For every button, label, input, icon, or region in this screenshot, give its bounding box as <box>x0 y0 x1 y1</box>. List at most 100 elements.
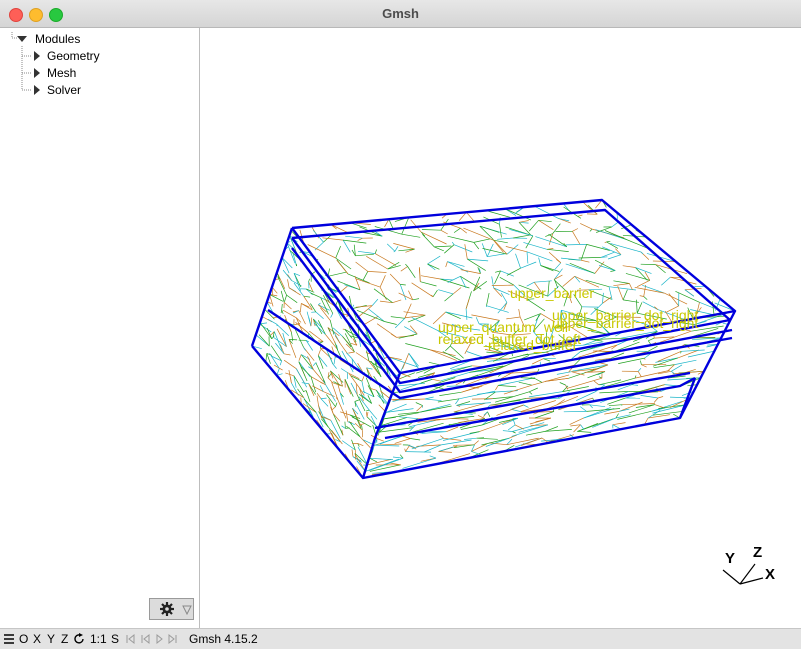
options-menu-button[interactable] <box>149 598 194 620</box>
mesh-edge <box>332 382 343 387</box>
mesh-edge <box>394 246 399 252</box>
mesh-edge <box>565 384 569 390</box>
mesh-edge <box>465 298 470 309</box>
axis-z-label: Z <box>753 544 762 561</box>
mesh-edge <box>515 253 521 269</box>
select-s-button[interactable]: S <box>111 632 119 646</box>
mesh-edge <box>364 423 372 428</box>
mesh-edge <box>315 362 317 364</box>
mesh-edge <box>502 430 513 432</box>
mesh-edge <box>647 337 655 342</box>
collapse-triangle-icon[interactable] <box>16 34 28 44</box>
expand-triangle-icon[interactable] <box>32 84 42 96</box>
module-tree-panel: Modules Geometry Mesh Solver <box>0 28 200 628</box>
graphics-viewport[interactable]: upper_barrier upper_barrier_dot_right uppe… <box>200 28 801 628</box>
mesh-edge <box>420 275 441 280</box>
mesh-edge <box>447 235 474 243</box>
mesh-edge <box>379 275 386 288</box>
layer-edge <box>374 371 691 430</box>
mesh-edge <box>355 278 381 288</box>
mesh-edge <box>407 266 416 278</box>
mesh-edge <box>335 245 341 259</box>
mesh-edge <box>552 409 555 412</box>
mesh-edge <box>282 269 292 281</box>
hamburger-icon[interactable] <box>4 634 14 644</box>
gear-icon <box>160 602 192 616</box>
mesh-edge <box>365 409 370 412</box>
mesh-edge <box>503 302 508 310</box>
mesh-edge <box>259 323 272 333</box>
mesh-edge <box>427 255 441 265</box>
mesh-edge <box>641 364 647 368</box>
tree-item-solver[interactable]: Solver <box>47 82 81 98</box>
mesh-edge <box>577 431 592 433</box>
mesh-edge <box>513 234 532 239</box>
mesh-edge <box>602 297 612 304</box>
mesh-edge <box>322 237 344 241</box>
mesh-edge <box>401 233 421 238</box>
mesh-edge <box>286 294 298 303</box>
tree-item-geometry[interactable]: Geometry <box>47 48 100 64</box>
mesh-edge <box>415 402 423 406</box>
mesh-edge <box>460 269 481 274</box>
mesh-edge <box>438 451 452 453</box>
tree-item-modules[interactable]: Modules <box>35 31 80 47</box>
mesh-edge <box>643 296 648 300</box>
mesh-edge <box>295 368 308 388</box>
mesh-edge <box>546 248 569 252</box>
mesh-edge <box>631 384 639 386</box>
mesh-edge <box>330 406 334 414</box>
mesh-edge <box>528 391 533 395</box>
mesh-edge <box>335 402 338 407</box>
mesh-edge <box>279 360 282 366</box>
mesh-edge <box>405 263 408 267</box>
mesh-edge <box>346 352 353 360</box>
mesh-edge <box>305 390 311 402</box>
mesh-edge <box>548 251 562 264</box>
mesh-edge <box>429 455 437 459</box>
mesh-canvas[interactable]: upper_barrierupper_barrier_dot_rightuppe… <box>200 28 801 628</box>
view-origin-button[interactable]: O <box>19 632 28 646</box>
mesh-edge <box>572 231 581 245</box>
mesh-edge <box>640 360 642 365</box>
mesh-edge <box>424 396 434 400</box>
mesh-edge <box>451 241 455 245</box>
mesh-edge <box>622 289 628 301</box>
mesh-edge <box>332 363 337 369</box>
view-z-button[interactable]: Z <box>61 632 68 646</box>
mesh-edge <box>255 334 270 347</box>
mesh-edge <box>569 262 596 274</box>
expand-triangle-icon[interactable] <box>32 67 42 79</box>
title-bar: Gmsh <box>0 0 801 28</box>
mesh-edge <box>596 226 612 233</box>
mesh-edge <box>494 270 501 284</box>
mesh-edge <box>387 261 400 270</box>
mesh-edge <box>506 437 539 446</box>
axis-y-label: Y <box>725 550 735 567</box>
mesh-edge <box>615 414 631 419</box>
view-y-button[interactable]: Y <box>47 632 55 646</box>
mesh-edge <box>495 385 499 391</box>
mesh-edge <box>340 441 343 445</box>
mesh-edge <box>635 404 655 408</box>
mesh-edge <box>281 257 293 269</box>
view-x-button[interactable]: X <box>33 632 41 646</box>
mesh-edge <box>317 349 321 356</box>
expand-triangle-icon[interactable] <box>32 50 42 62</box>
mesh-edge <box>363 315 379 326</box>
mesh-edge <box>394 438 411 444</box>
mesh-edge <box>367 271 387 273</box>
mesh-edge <box>317 355 324 369</box>
mesh-edge <box>518 221 529 224</box>
tree-item-mesh[interactable]: Mesh <box>47 65 76 81</box>
scale-one-button[interactable]: 1:1 <box>90 632 107 646</box>
mesh-edge <box>459 390 496 400</box>
mesh-edge <box>346 425 361 437</box>
mesh-edge <box>266 353 271 364</box>
mesh-edge <box>320 398 329 407</box>
rotate-icon[interactable] <box>74 633 85 645</box>
mesh-edge <box>493 287 503 297</box>
mesh-edge <box>518 309 521 318</box>
side-edge <box>250 227 294 347</box>
mesh-edge <box>543 358 551 362</box>
